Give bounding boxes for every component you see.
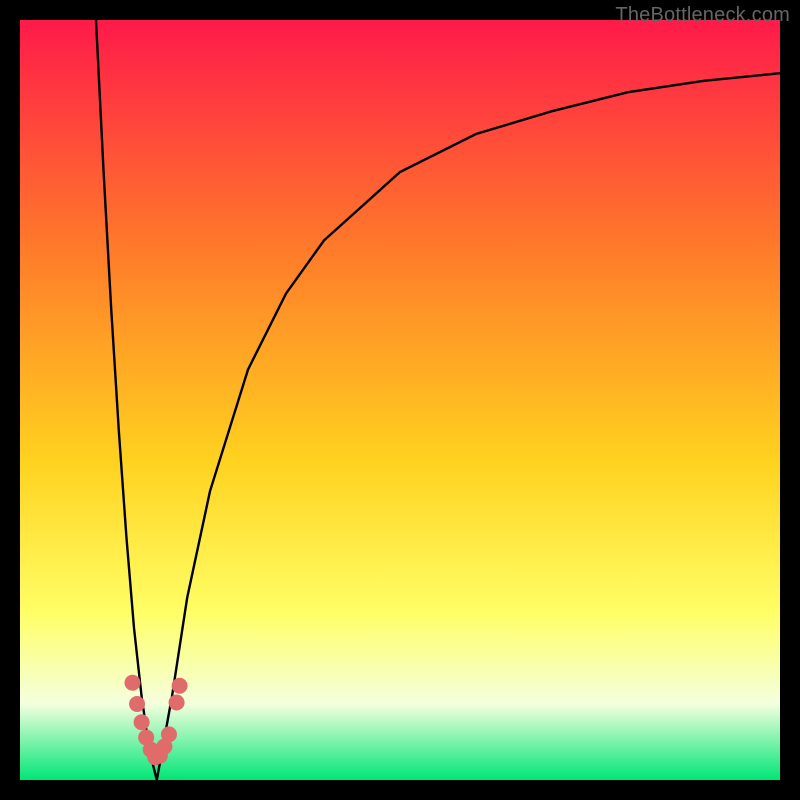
plot-area [20, 20, 780, 780]
attribution-text: TheBottleneck.com [615, 4, 790, 27]
curve-left-branch [96, 20, 157, 780]
bottom-marker-dot [134, 714, 150, 730]
chart-frame: TheBottleneck.com [0, 0, 800, 800]
bottom-marker-group [124, 675, 187, 765]
bottom-marker-dot [129, 696, 145, 712]
curve-right-branch [157, 73, 780, 780]
curve-layer [20, 20, 780, 780]
bottom-marker-dot [161, 726, 177, 742]
bottom-marker-dot [124, 675, 140, 691]
bottom-marker-dot [172, 678, 188, 694]
bottom-marker-dot [169, 694, 185, 710]
